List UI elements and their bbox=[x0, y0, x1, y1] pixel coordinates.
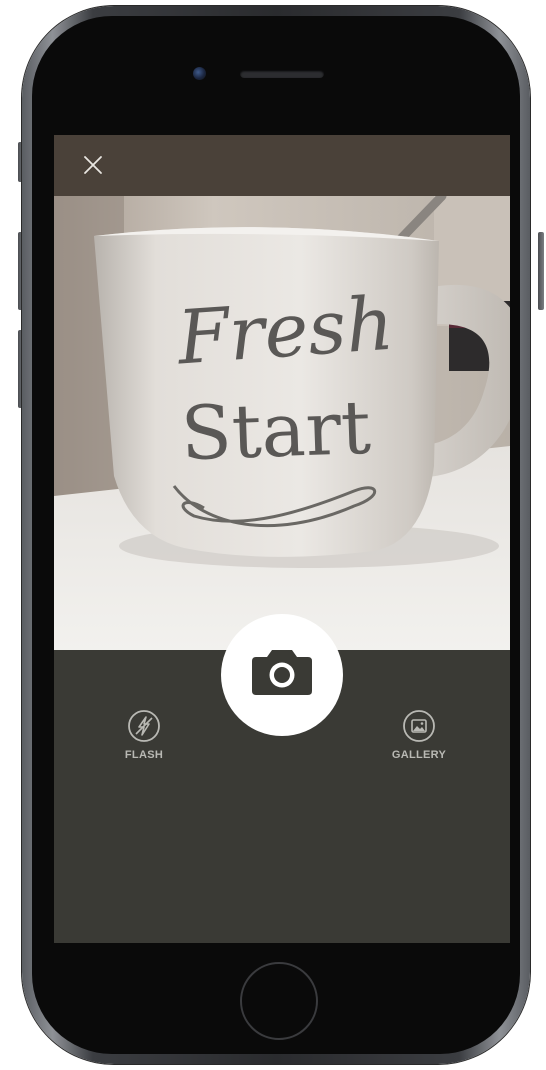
viewfinder-image: Fresh Start bbox=[54, 196, 510, 650]
close-button[interactable] bbox=[80, 152, 106, 178]
camera-screen: Fresh Start FLASH GALLERY bbox=[54, 135, 510, 943]
front-camera bbox=[193, 67, 206, 80]
close-icon bbox=[84, 156, 102, 174]
flash-label: FLASH bbox=[124, 749, 164, 761]
gallery-label: GALLERY bbox=[391, 749, 447, 761]
flash-button[interactable]: FLASH bbox=[99, 709, 189, 761]
camera-icon bbox=[252, 650, 312, 695]
gallery-button[interactable]: GALLERY bbox=[374, 709, 464, 761]
stage: Fresh Start FLASH GALLERY bbox=[0, 0, 546, 1070]
mug-text-start: Start bbox=[180, 385, 373, 478]
home-button[interactable] bbox=[240, 962, 318, 1040]
power-button bbox=[538, 232, 544, 310]
mug-text-fresh: Fresh bbox=[173, 281, 397, 382]
earpiece-speaker bbox=[240, 70, 324, 78]
gallery-icon bbox=[403, 710, 435, 742]
shutter-button[interactable] bbox=[221, 614, 343, 736]
camera-viewfinder[interactable]: Fresh Start bbox=[54, 196, 510, 650]
flash-off-icon bbox=[128, 710, 160, 742]
top-bar bbox=[54, 135, 510, 196]
